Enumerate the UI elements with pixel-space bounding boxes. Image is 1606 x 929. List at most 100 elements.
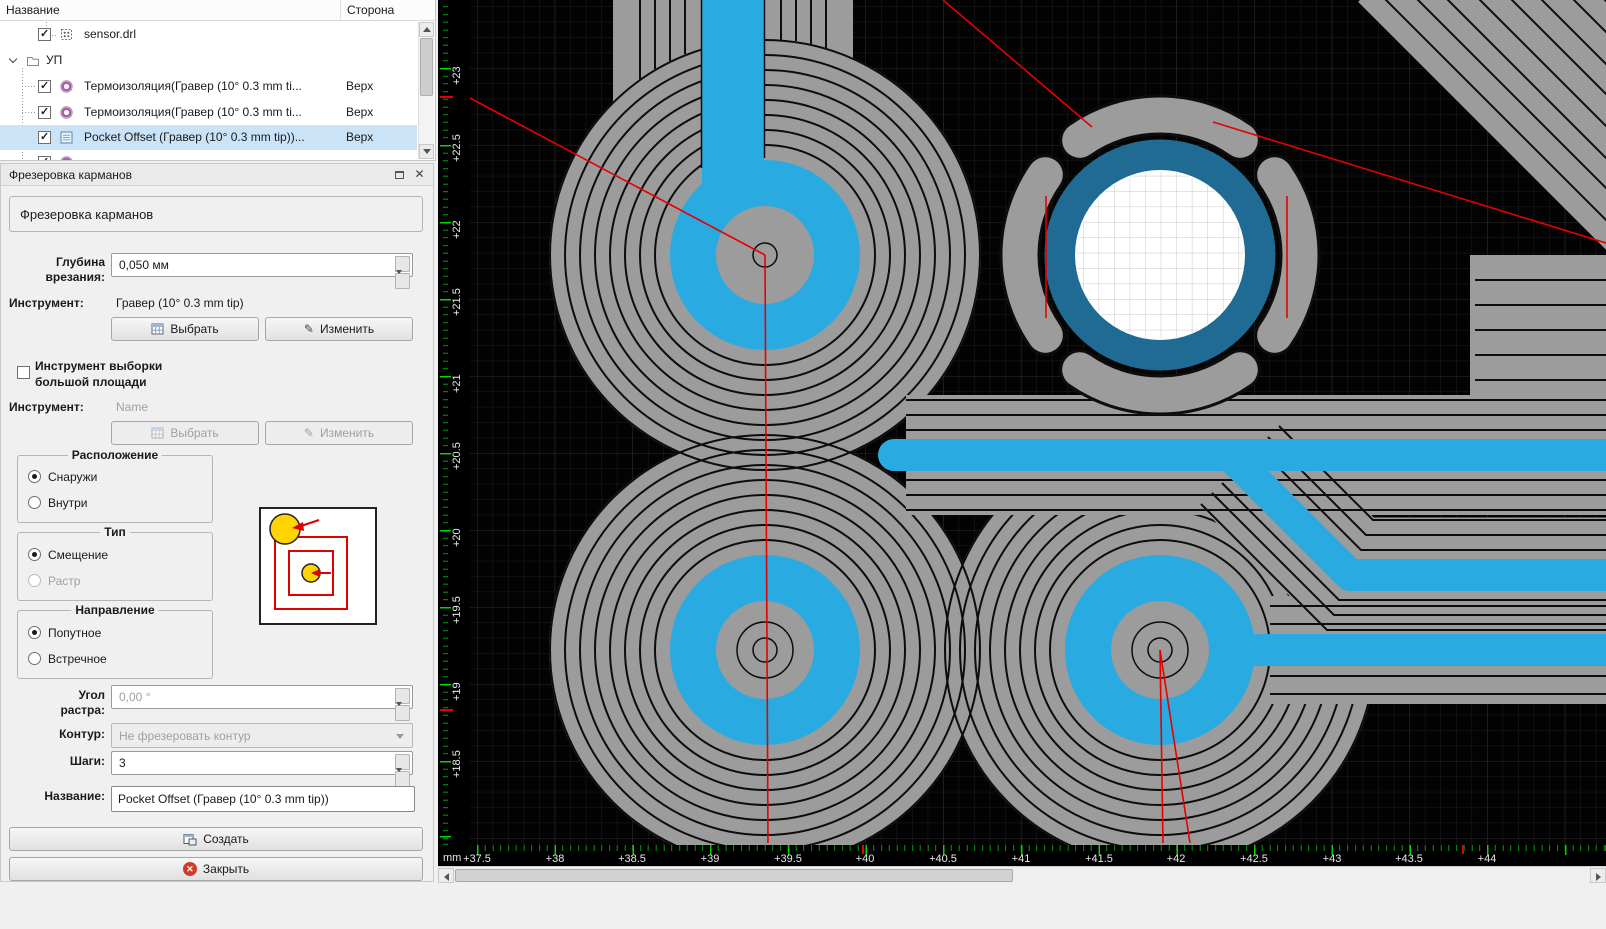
row-label: Термоизоляция(Гравер (10° 0.3 mm ti... bbox=[84, 79, 302, 93]
row-checkbox[interactable] bbox=[38, 28, 51, 41]
ruler-label: +41 bbox=[1012, 853, 1031, 865]
expander-icon[interactable] bbox=[9, 55, 17, 63]
tree-row-pocket-offset[interactable]: Pocket Offset (Гравер (10° 0.3 mm tip)).… bbox=[0, 125, 417, 150]
ruler-label: +41.5 bbox=[1085, 853, 1113, 865]
ruler-label: +37.5 bbox=[463, 853, 491, 865]
tool-edit-button[interactable]: ✎ Изменить bbox=[265, 317, 413, 341]
radio-raster[interactable] bbox=[28, 574, 41, 587]
tree-body: sensor.drl УП Термоизоляция(Гравер (10° … bbox=[0, 21, 435, 161]
create-icon bbox=[183, 833, 197, 846]
ruler-label: +19.5 bbox=[451, 596, 463, 624]
tree-row-thermal-1[interactable]: Термоизоляция(Гравер (10° 0.3 mm ti... В… bbox=[0, 74, 417, 99]
radio-inside[interactable] bbox=[28, 496, 41, 509]
radio-outside-label: Снаружи bbox=[48, 470, 97, 484]
type-group: Тип Смещение Растр bbox=[17, 532, 213, 601]
depth-spinbox[interactable]: 0,050 мм bbox=[111, 253, 413, 277]
ruler-label: +42 bbox=[1167, 853, 1186, 865]
drill-file-icon bbox=[60, 28, 73, 44]
pocket-offset-icon bbox=[60, 131, 73, 147]
radio-inside-label: Внутри bbox=[48, 496, 88, 510]
scroll-up-button[interactable] bbox=[419, 22, 434, 37]
folder-icon bbox=[26, 55, 40, 70]
scroll-down-button[interactable] bbox=[419, 144, 434, 159]
large-area-checkbox[interactable] bbox=[17, 366, 30, 379]
steps-label: Шаги: bbox=[9, 754, 105, 769]
close-label: Закрыть bbox=[203, 862, 249, 876]
tree-row-thermal-2[interactable]: Термоизоляция(Гравер (10° 0.3 mm ti... В… bbox=[0, 100, 417, 125]
ruler-label: +40.5 bbox=[929, 853, 957, 865]
radio-offset-label: Смещение bbox=[48, 548, 108, 562]
row-side: Верх bbox=[346, 105, 373, 119]
spin-down-button[interactable] bbox=[395, 771, 410, 787]
row-checkbox[interactable] bbox=[38, 156, 51, 161]
depth-value: 0,050 мм bbox=[119, 258, 169, 272]
ruler-label: +38.5 bbox=[618, 853, 646, 865]
contour-combobox[interactable]: Не фрезеровать контур bbox=[111, 723, 413, 748]
tree-row-sensor-drl[interactable]: sensor.drl bbox=[0, 22, 417, 47]
radio-climb-label: Попутное bbox=[48, 626, 101, 640]
tree-row-partial[interactable] bbox=[0, 150, 417, 161]
tool2-edit-button[interactable]: ✎ Изменить bbox=[265, 421, 413, 445]
contour-value: Не фрезеровать контур bbox=[119, 729, 251, 743]
unit-label: mm bbox=[443, 852, 461, 864]
tree-row-up-folder[interactable]: УП bbox=[0, 48, 417, 73]
create-label: Создать bbox=[203, 832, 249, 846]
tree-scrollbar[interactable] bbox=[418, 22, 434, 159]
close-circle-icon: ✕ bbox=[183, 862, 197, 876]
raster-angle-spinbox[interactable]: 0,00 ° bbox=[111, 685, 413, 709]
column-side[interactable]: Сторона bbox=[340, 0, 416, 20]
row-checkbox[interactable] bbox=[38, 106, 51, 119]
create-button[interactable]: Создать bbox=[9, 827, 423, 851]
radio-conventional-label: Встречное bbox=[48, 652, 107, 666]
horizontal-scrollbar[interactable] bbox=[438, 866, 1606, 883]
vertical-ruler: +23 +22.5 +22 +21.5 +21 +20.5 +20 +19.5 … bbox=[438, 0, 470, 845]
ruler-label: +44 bbox=[1478, 853, 1497, 865]
ruler-label: +21.5 bbox=[451, 288, 463, 316]
row-label: Термоизоляция(Гравер (10° 0.3 mm ti... bbox=[84, 105, 302, 119]
raster-angle-value: 0,00 ° bbox=[119, 690, 151, 704]
float-icon[interactable] bbox=[392, 168, 407, 182]
table-select-icon bbox=[151, 427, 164, 439]
dock-titlebar[interactable]: Фрезеровка карманов ✕ bbox=[1, 164, 433, 186]
spin-down-button[interactable] bbox=[395, 705, 410, 721]
cursor-marker bbox=[440, 709, 453, 711]
row-label: УП bbox=[46, 53, 62, 67]
ruler-label: +19 bbox=[451, 682, 463, 701]
ruler-label: +23 bbox=[451, 66, 463, 85]
close-panel-button[interactable]: ✕ Закрыть bbox=[9, 857, 423, 881]
radio-outside[interactable] bbox=[28, 470, 41, 483]
direction-group-title: Направление bbox=[71, 603, 158, 617]
radio-offset[interactable] bbox=[28, 548, 41, 561]
radio-conventional[interactable] bbox=[28, 652, 41, 665]
row-label: sensor.drl bbox=[84, 27, 136, 41]
ruler-label: +43.5 bbox=[1395, 853, 1423, 865]
steps-spinbox[interactable]: 3 bbox=[111, 751, 413, 775]
pcb-canvas[interactable] bbox=[470, 0, 1606, 845]
horizontal-ruler: mm +37.5 +38 +38.5 +39 +39.5 +40 +40.5 +… bbox=[438, 845, 1606, 866]
steps-value: 3 bbox=[119, 756, 126, 770]
scroll-left-button[interactable] bbox=[438, 868, 454, 883]
scrollbar-thumb[interactable] bbox=[455, 869, 1013, 882]
raster-angle-label: Угол растра: bbox=[35, 688, 105, 718]
tool2-select-button[interactable]: Выбрать bbox=[111, 421, 259, 445]
cursor-marker bbox=[440, 96, 453, 98]
type-group-title: Тип bbox=[100, 525, 130, 539]
scroll-right-button[interactable] bbox=[1590, 868, 1606, 883]
ruler-label: +42.5 bbox=[1240, 853, 1268, 865]
pocket-milling-panel: Фрезеровка карманов ✕ Фрезеровка кармано… bbox=[0, 163, 434, 882]
ruler-label: +20 bbox=[451, 528, 463, 547]
contour-label: Контур: bbox=[9, 727, 105, 742]
tool2-edit-label: Изменить bbox=[320, 426, 374, 440]
ruler-ticks-major bbox=[440, 0, 451, 845]
tool-label: Инструмент: bbox=[9, 296, 84, 310]
pocket-name-input[interactable] bbox=[111, 786, 415, 812]
scrollbar-thumb[interactable] bbox=[420, 38, 433, 96]
close-icon[interactable]: ✕ bbox=[412, 167, 427, 182]
column-name[interactable]: Название bbox=[6, 3, 60, 17]
ruler-label: +39 bbox=[701, 853, 720, 865]
spin-down-button[interactable] bbox=[395, 273, 410, 289]
row-checkbox[interactable] bbox=[38, 131, 51, 144]
row-checkbox[interactable] bbox=[38, 80, 51, 93]
tool-select-button[interactable]: Выбрать bbox=[111, 317, 259, 341]
radio-climb[interactable] bbox=[28, 626, 41, 639]
